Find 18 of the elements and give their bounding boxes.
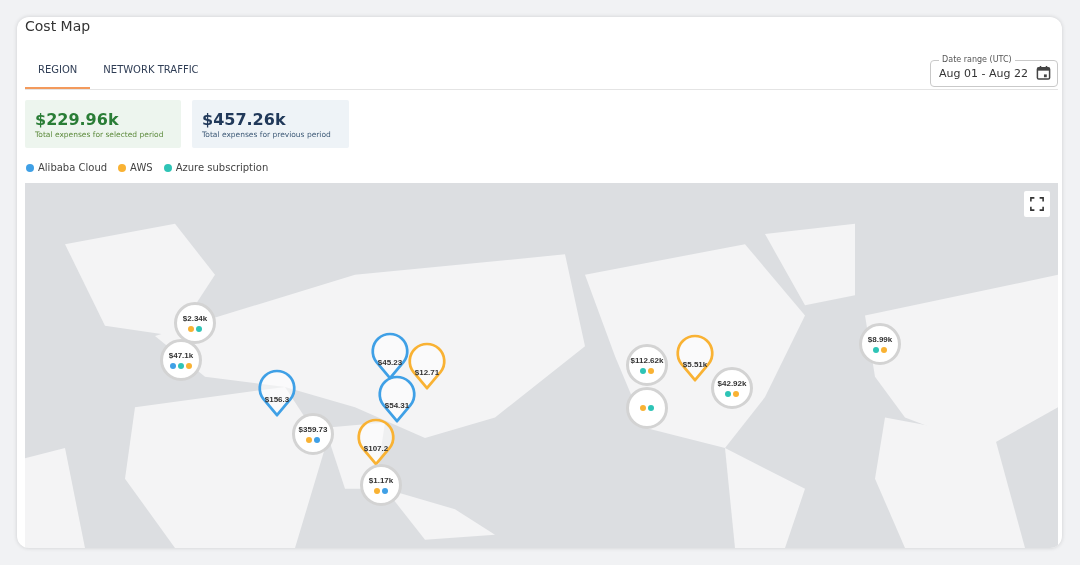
fullscreen-button[interactable] [1024,191,1050,217]
fullscreen-icon [1030,197,1044,211]
map-pin[interactable]: $5.51k [675,332,715,383]
map-pin[interactable]: $12.71 [407,340,447,391]
calendar-icon [1036,65,1051,81]
tab[interactable]: NETWORK TRAFFIC [90,52,212,89]
legend-label: Azure subscription [175,162,269,173]
map-pin[interactable]: $45.23 [370,330,410,381]
date-range-field[interactable]: Date range (UTC) Aug 01 - Aug 22 [930,55,1058,87]
total-amount: $457.26k [202,109,287,130]
card-title: Cost Map [25,17,91,36]
tab[interactable]: REGION [25,52,91,89]
legend-label: Alibaba Cloud [38,162,108,173]
map-pin[interactable]: $107.2 [356,416,396,467]
map-pin[interactable]: $156.3 [257,367,297,418]
legend-label: AWS [130,162,153,173]
field-value: Aug 01 - Aug 22 [939,66,1028,80]
total-amount: $229.96k [35,109,120,130]
